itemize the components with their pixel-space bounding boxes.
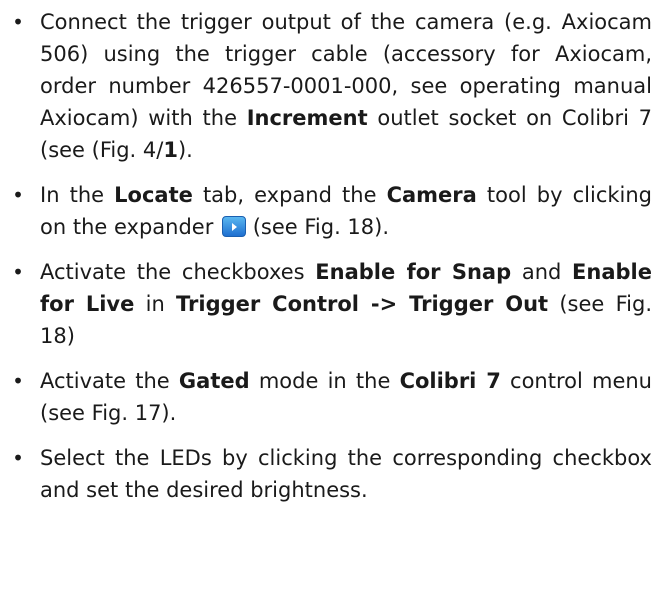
bullet: • bbox=[12, 183, 24, 207]
instruction-list: • Connect the trigger output of the camer… bbox=[0, 6, 666, 519]
list-item-connect-trigger: • Connect the trigger output of the camer… bbox=[0, 6, 666, 166]
list-item-activate-gated-mode: • Activate the Gated mode in the Colibri … bbox=[0, 365, 666, 429]
text: Activate the checkboxes bbox=[40, 260, 316, 284]
text: in bbox=[134, 292, 177, 316]
bullet: • bbox=[12, 260, 24, 284]
bold-term-locate: Locate bbox=[114, 183, 193, 207]
bold-figure-ref: 1 bbox=[163, 138, 178, 162]
bullet: • bbox=[12, 369, 24, 393]
bold-term-gated: Gated bbox=[178, 369, 250, 393]
text: (see Fig. 18). bbox=[246, 215, 390, 239]
bold-term-camera: Camera bbox=[386, 183, 477, 207]
list-item-select-leds: • Select the LEDs by clicking the corresp… bbox=[0, 442, 666, 506]
bullet: • bbox=[12, 10, 24, 34]
text: mode in the bbox=[249, 369, 400, 393]
text: Select the LEDs by clicking the correspo… bbox=[40, 446, 652, 502]
text: In the bbox=[40, 183, 115, 207]
bold-term-increment: Increment bbox=[246, 106, 368, 130]
list-item-expand-camera-tool: • In the Locate tab, expand the Camera to… bbox=[0, 179, 666, 243]
list-item-activate-checkboxes: • Activate the checkboxes Enable for Snap… bbox=[0, 256, 666, 352]
bullet: • bbox=[12, 446, 24, 470]
bold-term-enable-for-snap: Enable for Snap bbox=[315, 260, 512, 284]
expander-icon bbox=[222, 216, 247, 237]
text: ). bbox=[177, 138, 193, 162]
text: and bbox=[511, 260, 573, 284]
text: Activate the bbox=[40, 369, 179, 393]
text: tab, expand the bbox=[192, 183, 387, 207]
bold-term-trigger-control: Trigger Control -> Trigger Out bbox=[176, 292, 549, 316]
bold-term-colibri-7: Colibri 7 bbox=[399, 369, 501, 393]
